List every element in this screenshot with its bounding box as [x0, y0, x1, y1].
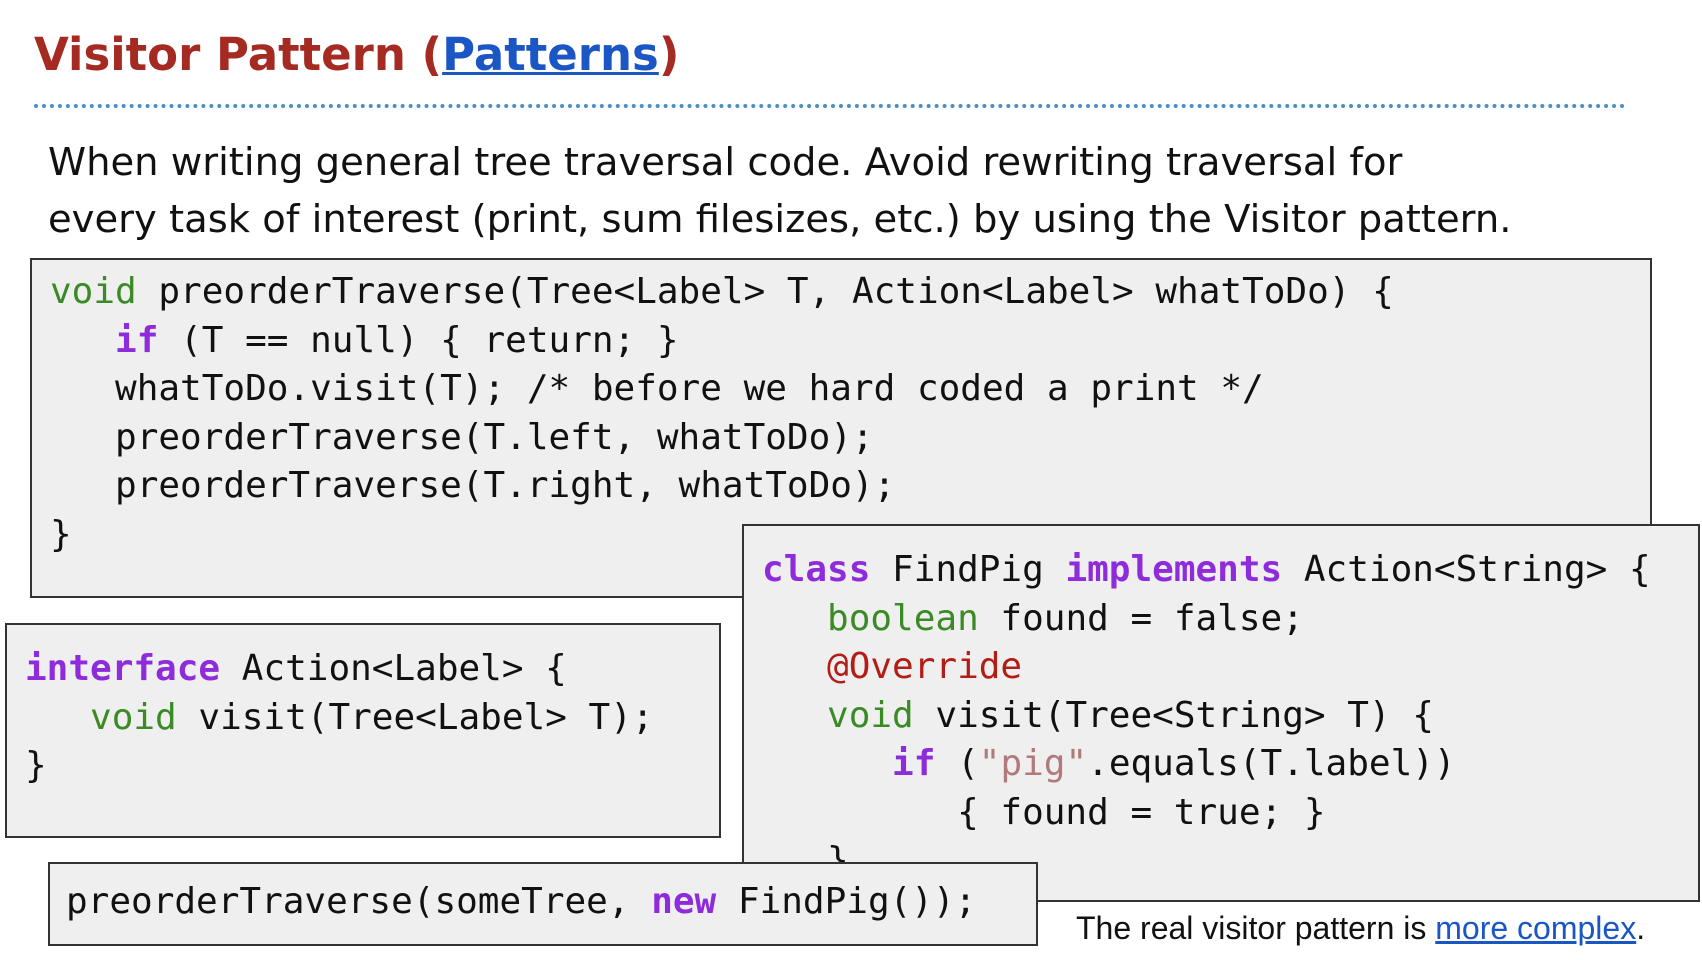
code-line: void preorderTraverse(Tree<Label> T, Act…	[50, 271, 1394, 312]
traverse-call-code-box: preorderTraverse(someTree, new FindPig()…	[48, 862, 1038, 946]
keyword: interface	[25, 648, 221, 689]
patterns-link[interactable]: Patterns	[442, 28, 659, 81]
footnote: The real visitor pattern is more complex…	[1076, 910, 1646, 946]
keyword: boolean	[827, 597, 979, 639]
keyword: new	[651, 881, 717, 922]
intro-line-1: When writing general tree traversal code…	[48, 140, 1403, 185]
intro-paragraph: When writing general tree traversal code…	[48, 134, 1608, 248]
keyword: implements	[1065, 549, 1283, 590]
preorder-traverse-code: void preorderTraverse(Tree<Label> T, Act…	[50, 268, 1394, 559]
string-literal: "pig"	[978, 743, 1088, 784]
more-complex-link[interactable]: more complex	[1435, 910, 1636, 946]
code-line: preorderTraverse(T.right, whatToDo);	[50, 465, 896, 506]
code-line: if ("pig".equals(T.label))	[892, 743, 1456, 784]
annotation: @Override	[827, 646, 1023, 687]
findpig-class-code: class FindPig implements Action<String> …	[762, 546, 1651, 886]
code-line: boolean found = false;	[827, 597, 1304, 639]
code-line: preorderTraverse(T.left, whatToDo);	[50, 416, 874, 458]
keyword: class	[762, 549, 871, 590]
slide-title: Visitor Pattern (Patterns)	[34, 28, 679, 81]
code-line: whatToDo.visit(T); /* before we hard cod…	[50, 368, 1264, 409]
keyword: void	[90, 696, 177, 738]
code-line: @Override	[762, 643, 1651, 692]
keyword: if	[115, 319, 159, 361]
code-line: }	[25, 745, 47, 786]
code-line: void visit(Tree<String> T) {	[827, 694, 1434, 736]
title-divider	[34, 104, 1626, 108]
action-interface-code-box: interface Action<Label> { void visit(Tre…	[5, 623, 721, 838]
action-interface-code: interface Action<Label> { void visit(Tre…	[25, 645, 654, 791]
code-line: interface Action<Label> {	[25, 648, 567, 689]
keyword: void	[50, 271, 137, 312]
code-line: class FindPig implements Action<String> …	[762, 549, 1651, 590]
traverse-call-code: preorderTraverse(someTree, new FindPig()…	[66, 881, 977, 922]
keyword: if	[892, 743, 936, 784]
code-line: void visit(Tree<Label> T);	[90, 696, 654, 738]
title-close-paren: )	[658, 28, 680, 81]
keyword: void	[827, 694, 914, 736]
code-line: if (T == null) { return; }	[115, 319, 679, 361]
findpig-class-code-box: class FindPig implements Action<String> …	[742, 524, 1700, 902]
title-text: Visitor Pattern (	[34, 28, 443, 81]
intro-line-2: every task of interest (print, sum files…	[48, 197, 1512, 242]
code-line: { found = true; }	[762, 791, 1326, 833]
